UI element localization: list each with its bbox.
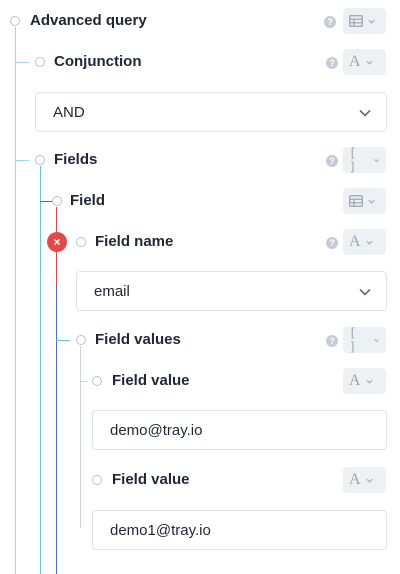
node-dot-conjunction — [35, 57, 45, 67]
type-selector-advanced-query[interactable] — [343, 8, 386, 34]
tree-line-fields — [40, 166, 41, 574]
type-selector-field[interactable] — [343, 188, 386, 214]
error-icon[interactable]: × — [47, 232, 67, 252]
help-icon[interactable]: ? — [326, 155, 338, 167]
label-field-values: Field values — [95, 331, 181, 348]
tree-branch-fields — [15, 160, 29, 161]
tree-branch-conjunction — [15, 62, 29, 63]
node-dot-field — [52, 196, 62, 206]
tree-branch-field — [40, 201, 52, 202]
label-conjunction: Conjunction — [54, 53, 142, 70]
field-name-select-value: email — [94, 282, 130, 300]
tree-branch-field-value-1 — [80, 381, 88, 382]
type-selector-field-value-1[interactable]: A — [343, 368, 386, 394]
tree-line-field-values — [80, 346, 81, 528]
help-icon[interactable]: ? — [326, 237, 338, 249]
type-selector-fields[interactable]: [ ] — [343, 146, 386, 174]
help-icon[interactable]: ? — [326, 335, 338, 347]
node-dot-field-values — [76, 335, 86, 345]
help-icon[interactable]: ? — [324, 16, 336, 28]
array-icon: [ ] — [349, 146, 358, 174]
node-dot-fields — [35, 155, 45, 165]
field-value-input-1[interactable]: demo@tray.io — [92, 410, 387, 450]
conjunction-select[interactable]: AND — [35, 92, 387, 132]
label-field: Field — [70, 192, 106, 209]
label-fields: Fields — [54, 151, 98, 168]
label-field-value-2: Field value — [112, 471, 190, 488]
label-field-name: Field name — [95, 233, 174, 250]
tree-line-root — [15, 27, 16, 574]
node-dot-field-name — [76, 237, 86, 247]
node-dot-field-value-1 — [92, 376, 102, 386]
field-value-input-2[interactable]: demo1@tray.io — [92, 510, 387, 550]
type-selector-field-value-2[interactable]: A — [343, 467, 386, 493]
array-icon: [ ] — [349, 326, 358, 354]
field-name-select[interactable]: email — [76, 271, 387, 311]
field-value-text-1: demo@tray.io — [110, 421, 203, 439]
chevron-down-icon — [365, 240, 373, 245]
text-type-icon: A — [349, 53, 361, 70]
node-dot-advanced-query — [10, 16, 20, 26]
type-selector-field-name[interactable]: A — [343, 229, 386, 255]
node-dot-field-value-2 — [92, 475, 102, 485]
text-type-icon: A — [349, 233, 361, 250]
text-type-icon: A — [349, 471, 361, 488]
chevron-down-icon — [365, 379, 373, 384]
help-icon[interactable]: ? — [326, 57, 338, 69]
label-field-value-1: Field value — [112, 372, 190, 389]
chevron-down-icon — [365, 478, 373, 483]
table-icon — [349, 15, 363, 27]
chevron-down-icon — [373, 158, 379, 162]
chevron-down-icon — [365, 60, 373, 65]
conjunction-select-value: AND — [53, 103, 85, 121]
chevron-down-icon — [373, 338, 379, 342]
chevron-down-icon — [368, 199, 375, 204]
text-type-icon: A — [349, 372, 361, 389]
chevron-down-icon — [368, 19, 375, 24]
chevron-down-icon — [359, 109, 371, 117]
field-value-text-2: demo1@tray.io — [110, 521, 211, 539]
label-advanced-query: Advanced query — [30, 12, 147, 29]
tree-branch-field-values — [56, 340, 70, 341]
table-icon — [349, 195, 363, 207]
type-selector-conjunction[interactable]: A — [343, 49, 386, 75]
chevron-down-icon — [359, 288, 371, 296]
type-selector-field-values[interactable]: [ ] — [343, 326, 386, 354]
